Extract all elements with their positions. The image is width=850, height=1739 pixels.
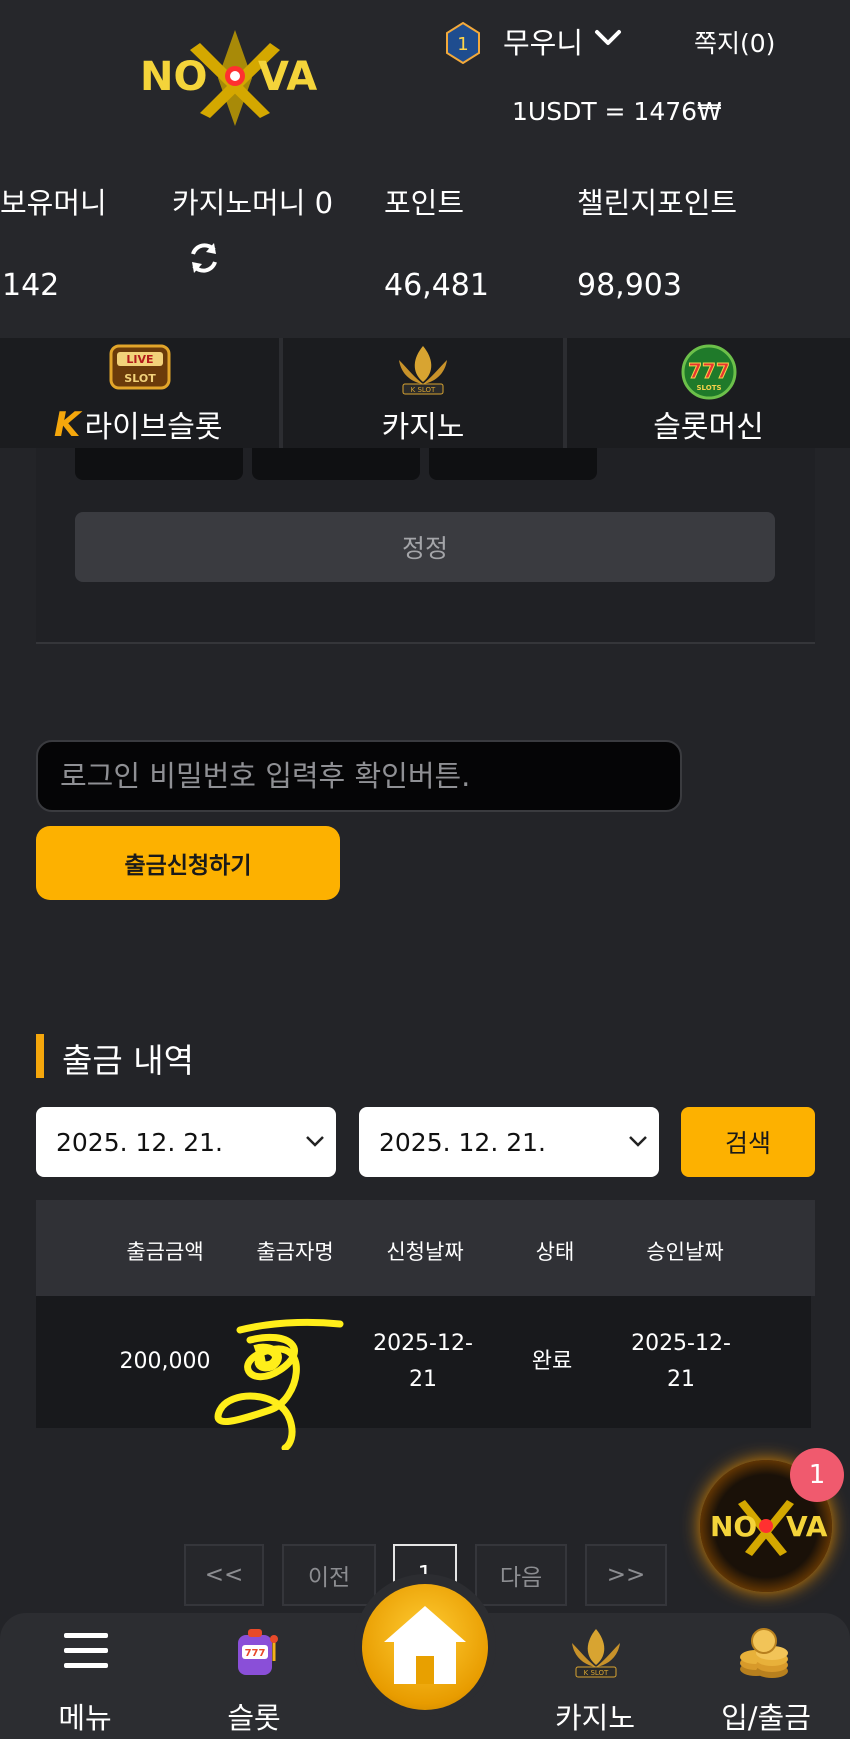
home-icon bbox=[384, 1606, 466, 1684]
category-slot-machine[interactable]: 777 SLOTS 슬롯머신 bbox=[567, 338, 850, 448]
cell-approved-date: 2025-12- 21 bbox=[631, 1331, 731, 1392]
nav-menu-label[interactable]: 메뉴 bbox=[58, 1695, 111, 1737]
svg-text:777: 777 bbox=[245, 1648, 266, 1659]
category-casino[interactable]: K SLOT 카지노 bbox=[283, 338, 567, 448]
slot-machine-icon[interactable]: 777 bbox=[232, 1627, 280, 1679]
casino-money-label: 카지노머니 0 bbox=[172, 186, 334, 220]
casino-icon: K SLOT bbox=[399, 346, 447, 395]
category-live-slot[interactable]: LIVE SLOT K 라이브슬롯 bbox=[0, 338, 283, 448]
svg-text:SLOT: SLOT bbox=[124, 372, 156, 385]
amount-chip[interactable] bbox=[429, 448, 597, 480]
page-last-button[interactable]: >> bbox=[585, 1544, 667, 1606]
nova-logo[interactable]: NO VA bbox=[140, 28, 330, 128]
nav-deposit-withdraw-label[interactable]: 입/출금 bbox=[721, 1695, 811, 1737]
notification-badge: 1 bbox=[790, 1448, 844, 1502]
search-button[interactable]: 검색 bbox=[681, 1107, 815, 1177]
category-slot-machine-label: 슬롯머신 bbox=[653, 410, 764, 445]
cell-status: 완료 bbox=[531, 1349, 573, 1374]
svg-text:1: 1 bbox=[457, 34, 468, 55]
date-to-value: 2025. 12. 21. bbox=[379, 1127, 546, 1157]
date-to-select[interactable]: 2025. 12. 21. bbox=[359, 1107, 659, 1177]
live-slot-icon: LIVE SLOT bbox=[109, 344, 170, 390]
column-header: 승인날짜 bbox=[646, 1240, 724, 1264]
svg-text:VA: VA bbox=[786, 1510, 828, 1543]
refresh-icon[interactable] bbox=[186, 240, 222, 276]
svg-text:K SLOT: K SLOT bbox=[411, 386, 436, 394]
category-live-slot-label: 라이브슬롯 bbox=[84, 410, 223, 445]
chevron-down-icon bbox=[306, 1136, 324, 1147]
redaction-scribble bbox=[214, 1318, 344, 1450]
page-next-button[interactable]: 다음 bbox=[475, 1544, 567, 1606]
point-label: 포인트 bbox=[384, 186, 465, 220]
challenge-point-label: 챌린지포인트 bbox=[577, 186, 738, 220]
chevron-down-icon[interactable] bbox=[593, 26, 623, 50]
withdraw-request-button[interactable]: 출금신청하기 bbox=[36, 826, 340, 900]
slot-777-icon: 777 SLOTS bbox=[681, 344, 736, 400]
casino-icon[interactable]: K SLOT bbox=[564, 1625, 628, 1681]
cell-amount: 200,000 bbox=[119, 1349, 211, 1374]
header: NO VA 1 무우니 쪽지(0) 1USDT = 1476₩ 보유머니 142… bbox=[0, 0, 850, 338]
column-header: 출금자명 bbox=[256, 1240, 334, 1264]
correct-button[interactable]: 정정 bbox=[75, 512, 775, 582]
history-title: 출금 내역 bbox=[62, 1041, 194, 1080]
coins-icon[interactable] bbox=[736, 1625, 792, 1681]
page-first-button[interactable]: << bbox=[184, 1544, 264, 1606]
holding-money-label: 보유머니 bbox=[0, 186, 107, 220]
svg-text:NO: NO bbox=[140, 54, 207, 100]
section-title-bar bbox=[36, 1034, 44, 1078]
date-from-select[interactable]: 2025. 12. 21. bbox=[36, 1107, 336, 1177]
nav-slot-label[interactable]: 슬롯 bbox=[227, 1695, 280, 1737]
svg-text:LIVE: LIVE bbox=[126, 353, 153, 366]
category-strip: LIVE SLOT K 라이브슬롯 K SLOT 카지노 777 SLOTS 슬… bbox=[0, 338, 850, 448]
exchange-rate: 1USDT = 1476₩ bbox=[512, 97, 722, 126]
svg-text:777: 777 bbox=[688, 359, 730, 383]
column-header: 상태 bbox=[535, 1240, 575, 1264]
level-badge-icon: 1 bbox=[446, 22, 480, 64]
svg-text:SLOTS: SLOTS bbox=[696, 384, 721, 392]
category-casino-label: 카지노 bbox=[381, 410, 465, 445]
nav-casino-label[interactable]: 카지노 bbox=[555, 1695, 635, 1737]
table-row: 200,000 2025-12- 21 완료 2025-12- 21 bbox=[36, 1296, 811, 1428]
svg-text:VA: VA bbox=[258, 54, 317, 100]
password-input[interactable] bbox=[36, 740, 682, 812]
column-header: 신청날짜 bbox=[386, 1240, 464, 1264]
username[interactable]: 무우니 bbox=[503, 20, 583, 62]
holding-money-value: 142 bbox=[2, 268, 60, 303]
cell-requested-date: 2025-12- 21 bbox=[373, 1331, 473, 1392]
chevron-down-icon bbox=[629, 1136, 647, 1147]
amount-chip[interactable] bbox=[252, 448, 420, 480]
date-from-value: 2025. 12. 21. bbox=[56, 1127, 223, 1157]
svg-text:NO: NO bbox=[710, 1510, 757, 1543]
table-header: 출금금액 출금자명 신청날짜 상태 승인날짜 bbox=[36, 1200, 815, 1296]
svg-text:K SLOT: K SLOT bbox=[584, 1669, 609, 1677]
challenge-point-value: 98,903 bbox=[577, 268, 682, 303]
home-button[interactable] bbox=[362, 1584, 488, 1710]
amount-chip[interactable] bbox=[75, 448, 243, 480]
point-value: 46,481 bbox=[384, 268, 489, 303]
column-header: 출금금액 bbox=[126, 1240, 204, 1264]
menu-icon[interactable] bbox=[62, 1631, 110, 1671]
messages-link[interactable]: 쪽지(0) bbox=[694, 24, 775, 60]
